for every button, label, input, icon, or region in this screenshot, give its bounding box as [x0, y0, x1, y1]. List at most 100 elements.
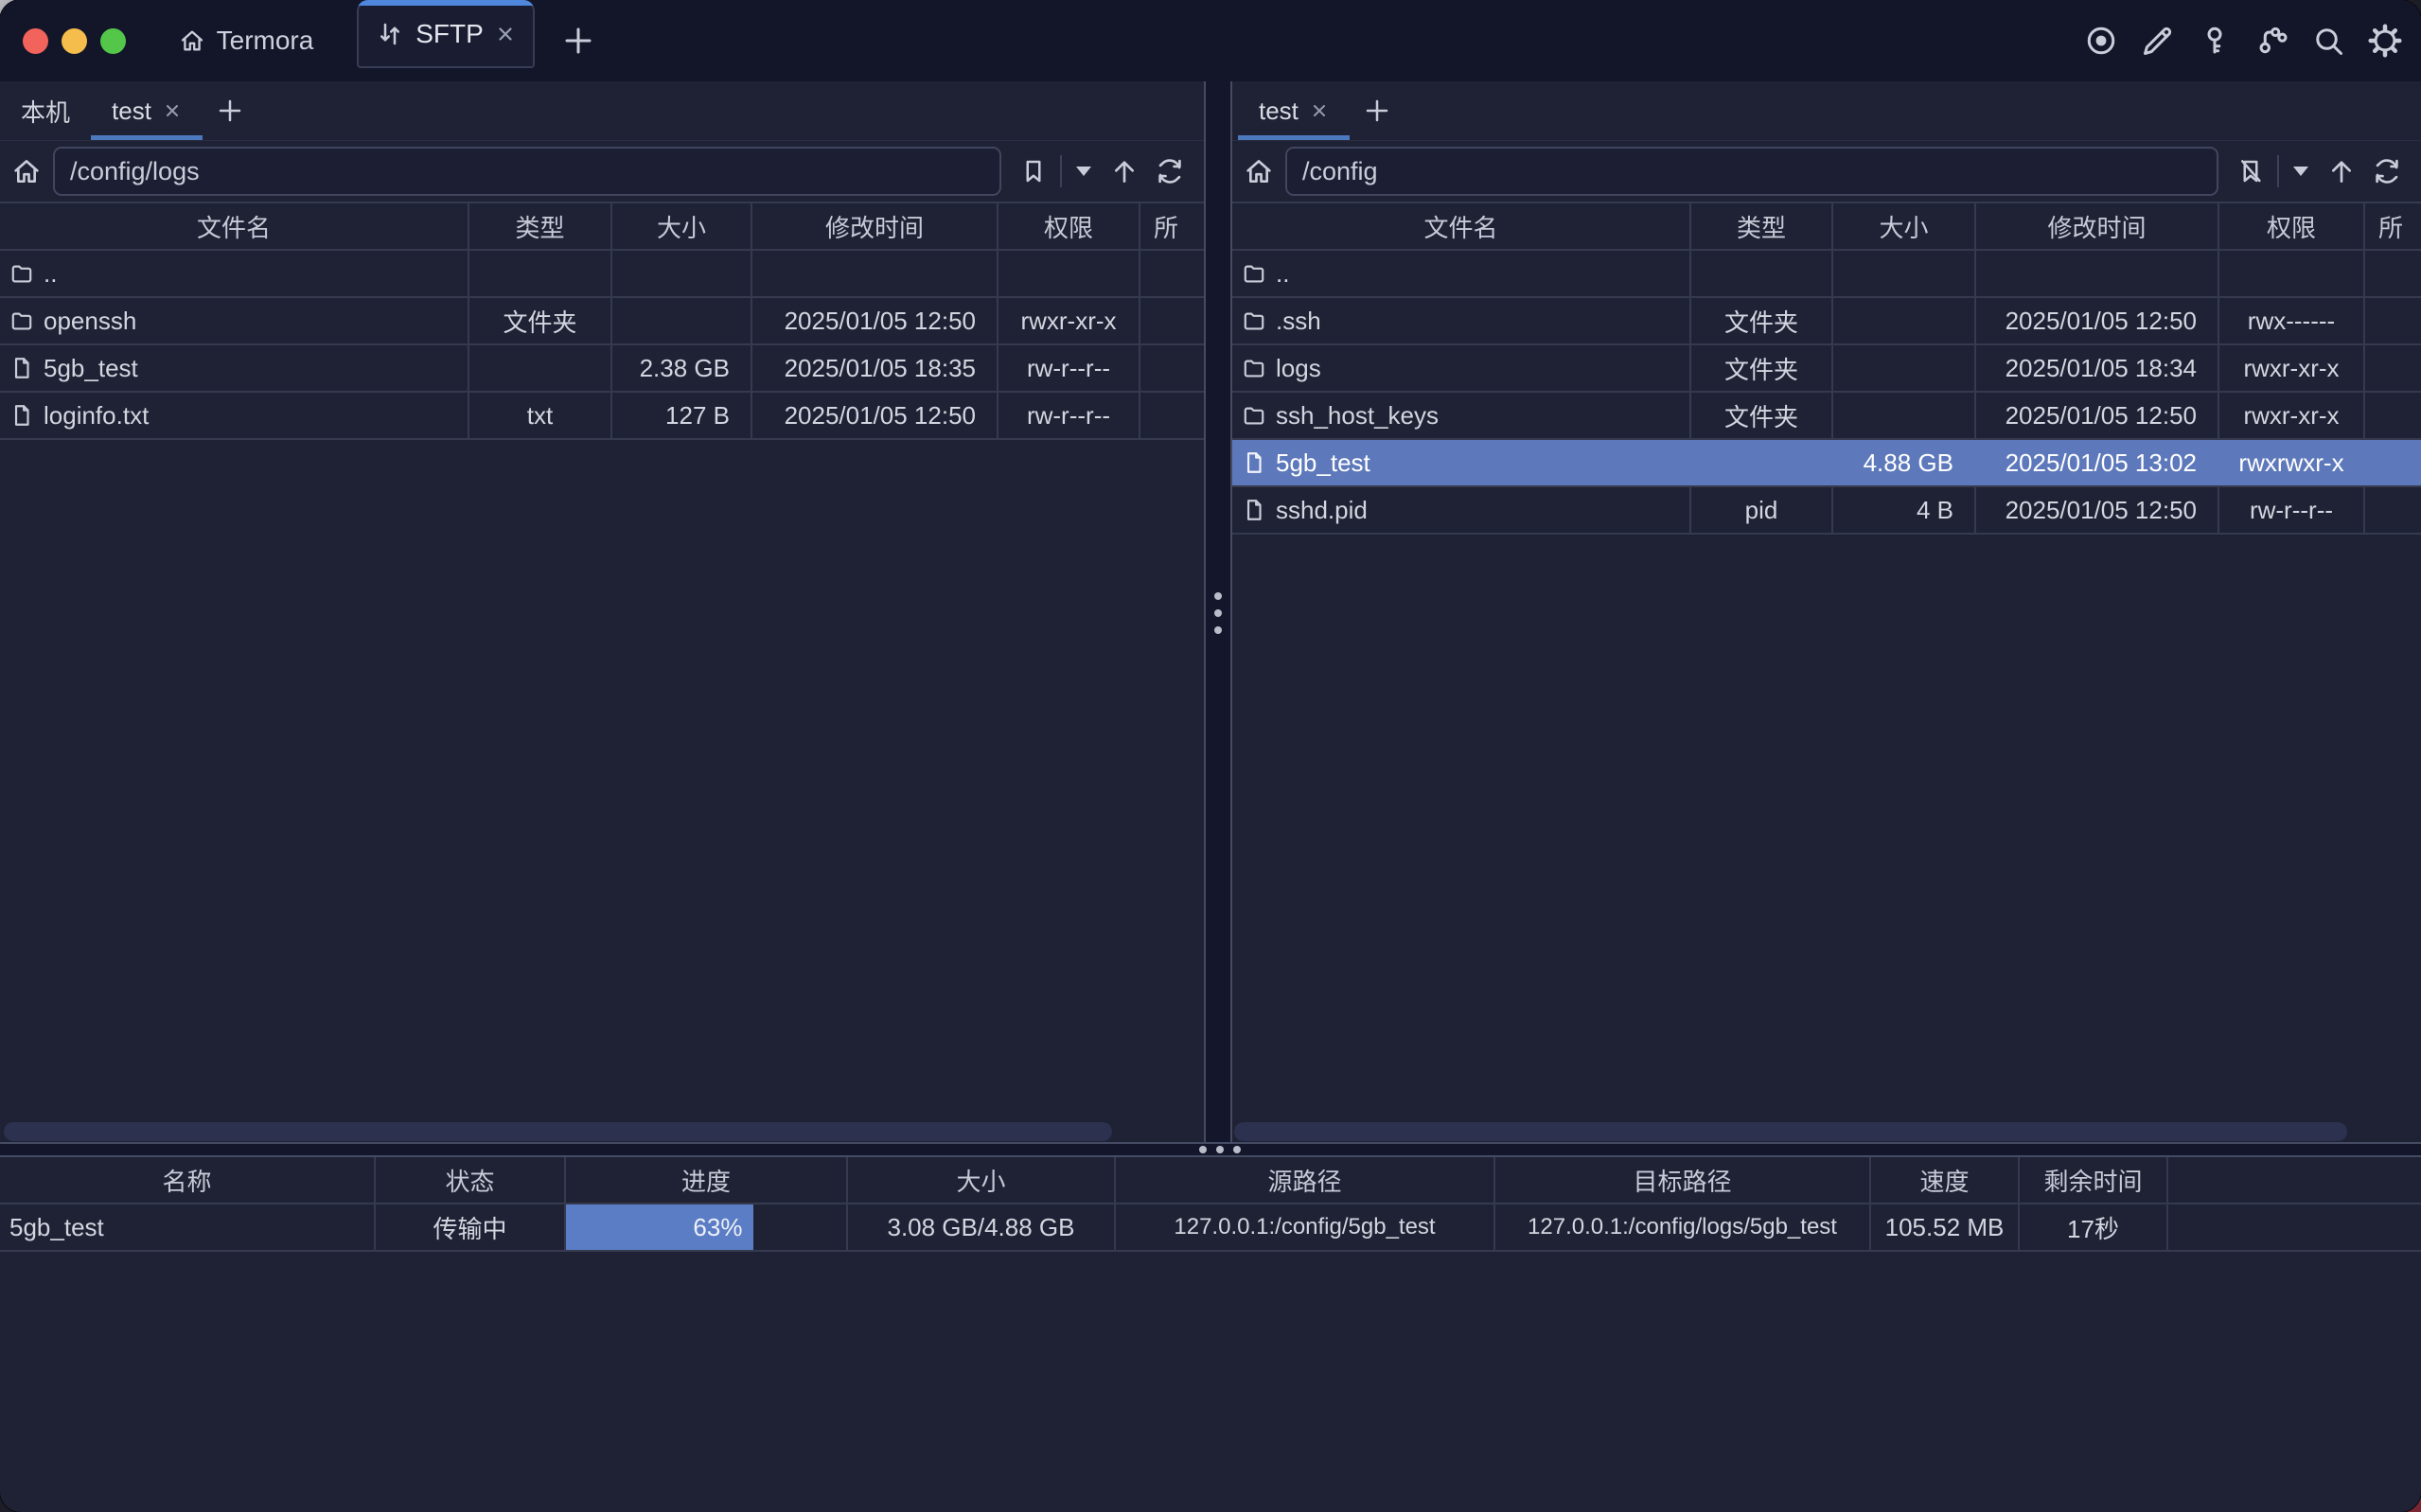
column-header-permissions[interactable]: 权限	[2219, 203, 2365, 249]
transfers-column-remaining[interactable]: 剩余时间	[2020, 1157, 2168, 1204]
table-row[interactable]: openssh 文件夹 2025/01/05 12:50 rwxr-xr-x	[0, 298, 1204, 345]
app-home-tab[interactable]: Termora	[162, 26, 330, 56]
file-size-cell	[612, 251, 752, 296]
column-header-name[interactable]: 文件名	[1232, 203, 1691, 249]
column-header-name[interactable]: 文件名	[0, 203, 469, 249]
go-up-button[interactable]	[2323, 152, 2360, 190]
file-name-cell: loginfo.txt	[0, 393, 469, 438]
transfer-row[interactable]: 5gb_test 传输中 63% 3.08 GB/4.88 GB 127.0.0…	[0, 1204, 2421, 1252]
right-toolbar-buttons	[2232, 152, 2406, 190]
column-header-size[interactable]: 大小	[612, 203, 752, 249]
close-window-button[interactable]	[23, 28, 48, 54]
file-type-cell: 文件夹	[1691, 393, 1833, 438]
file-type-cell	[1691, 251, 1833, 296]
right-path-input[interactable]	[1285, 147, 2218, 196]
column-header-modified[interactable]: 修改时间	[1976, 203, 2219, 249]
minimize-window-button[interactable]	[62, 28, 87, 54]
column-header-size[interactable]: 大小	[1833, 203, 1976, 249]
splitter-grip-icon	[1214, 592, 1222, 634]
column-header-modified[interactable]: 修改时间	[752, 203, 998, 249]
file-type-cell: 文件夹	[1691, 298, 1833, 343]
file-size-cell	[1833, 298, 1976, 343]
file-modified-cell	[1976, 251, 2219, 296]
bookmark-icon[interactable]	[1015, 152, 1052, 190]
left-tab-local[interactable]: 本机	[0, 81, 91, 140]
file-size-cell	[1833, 251, 1976, 296]
close-icon[interactable]	[1310, 101, 1329, 120]
refresh-icon	[1155, 156, 1185, 186]
right-new-tab-button[interactable]	[1350, 81, 1405, 140]
file-modified-cell: 2025/01/05 12:50	[1976, 487, 2219, 533]
pane-splitter-vertical[interactable]	[1204, 81, 1232, 1142]
left-tab-test[interactable]: test	[91, 81, 203, 140]
right-horizontal-scrollbar[interactable]	[1234, 1122, 2347, 1141]
transfers-column-speed[interactable]: 速度	[1871, 1157, 2020, 1204]
file-name: openssh	[44, 307, 136, 336]
transfers-column-source[interactable]: 源路径	[1116, 1157, 1495, 1204]
progress-label: 63%	[693, 1213, 742, 1242]
column-header-type[interactable]: 类型	[1691, 203, 1833, 249]
transfers-panel: 名称 状态 进度 大小 源路径 目标路径 速度 剩余时间 5gb_test 传输…	[0, 1157, 2421, 1252]
table-row[interactable]: ..	[1232, 251, 2421, 298]
transfers-column-target[interactable]: 目标路径	[1495, 1157, 1871, 1204]
file-size-cell: 4.88 GB	[1833, 440, 1976, 485]
left-horizontal-scrollbar[interactable]	[4, 1122, 1112, 1141]
table-row[interactable]: ssh_host_keys 文件夹 2025/01/05 12:50 rwxr-…	[1232, 393, 2421, 440]
file-icon	[9, 403, 34, 428]
right-tab-test[interactable]: test	[1238, 81, 1350, 140]
folder-icon	[1242, 356, 1266, 380]
file-permissions-cell	[998, 251, 1140, 296]
transfer-source-cell: 127.0.0.1:/config/5gb_test	[1116, 1204, 1495, 1252]
table-row[interactable]: ..	[0, 251, 1204, 298]
column-header-owner[interactable]: 所	[2365, 203, 2421, 249]
maximize-window-button[interactable]	[100, 28, 126, 54]
home-directory-button[interactable]	[1238, 150, 1280, 192]
column-header-owner[interactable]: 所	[1140, 203, 1204, 249]
close-icon[interactable]	[495, 24, 516, 44]
table-row[interactable]: logs 文件夹 2025/01/05 18:34 rwxr-xr-x	[1232, 345, 2421, 393]
left-path-input[interactable]	[53, 147, 1001, 196]
file-size-cell: 2.38 GB	[612, 345, 752, 391]
home-directory-button[interactable]	[6, 150, 47, 192]
file-permissions-cell: rw-r--r--	[998, 345, 1140, 391]
file-size-cell	[612, 298, 752, 343]
transfers-column-status[interactable]: 状态	[376, 1157, 566, 1204]
bookmark-dropdown-button[interactable]	[2287, 152, 2315, 190]
transfer-arrows-icon	[376, 20, 404, 48]
file-permissions-cell: rwxrwxr-x	[2219, 440, 2365, 485]
transfers-column-size[interactable]: 大小	[848, 1157, 1116, 1204]
table-row[interactable]: sshd.pid pid 4 B 2025/01/05 12:50 rw-r--…	[1232, 487, 2421, 535]
search-icon[interactable]	[2309, 22, 2347, 60]
column-header-permissions[interactable]: 权限	[998, 203, 1140, 249]
file-owner-cell	[1140, 393, 1204, 438]
bookmark-dropdown-button[interactable]	[1069, 152, 1098, 190]
refresh-button[interactable]	[1151, 152, 1189, 190]
transfers-column-empty	[2168, 1157, 2421, 1204]
table-row[interactable]: loginfo.txt txt 127 B 2025/01/05 12:50 r…	[0, 393, 1204, 440]
left-new-tab-button[interactable]	[203, 81, 257, 140]
table-row-selected[interactable]: 5gb_test 4.88 GB 2025/01/05 13:02 rwxrwx…	[1232, 440, 2421, 487]
new-tab-button[interactable]	[550, 7, 607, 75]
file-name: ..	[44, 259, 57, 289]
table-row[interactable]: 5gb_test 2.38 GB 2025/01/05 18:35 rw-r--…	[0, 345, 1204, 393]
transfers-splitter-horizontal[interactable]	[0, 1142, 2421, 1157]
transfers-column-name[interactable]: 名称	[0, 1157, 376, 1204]
file-type-cell	[469, 251, 612, 296]
column-header-type[interactable]: 类型	[469, 203, 612, 249]
record-icon[interactable]	[2082, 22, 2120, 60]
folder-icon	[9, 308, 34, 333]
keychain-icon[interactable]	[2253, 22, 2290, 60]
file-type-cell	[469, 345, 612, 391]
settings-icon[interactable]	[2366, 22, 2404, 60]
table-row[interactable]: .ssh 文件夹 2025/01/05 12:50 rwx------	[1232, 298, 2421, 345]
tab-sftp[interactable]: SFTP	[357, 0, 535, 68]
left-tab-test-label: test	[112, 97, 151, 126]
refresh-button[interactable]	[2368, 152, 2406, 190]
toolbar-separator	[1060, 155, 1062, 187]
close-icon[interactable]	[163, 101, 182, 120]
go-up-button[interactable]	[1105, 152, 1143, 190]
transfers-column-progress[interactable]: 进度	[566, 1157, 848, 1204]
key-icon[interactable]	[2196, 22, 2234, 60]
bookmark-remove-icon[interactable]	[2232, 152, 2270, 190]
edit-icon[interactable]	[2139, 22, 2177, 60]
